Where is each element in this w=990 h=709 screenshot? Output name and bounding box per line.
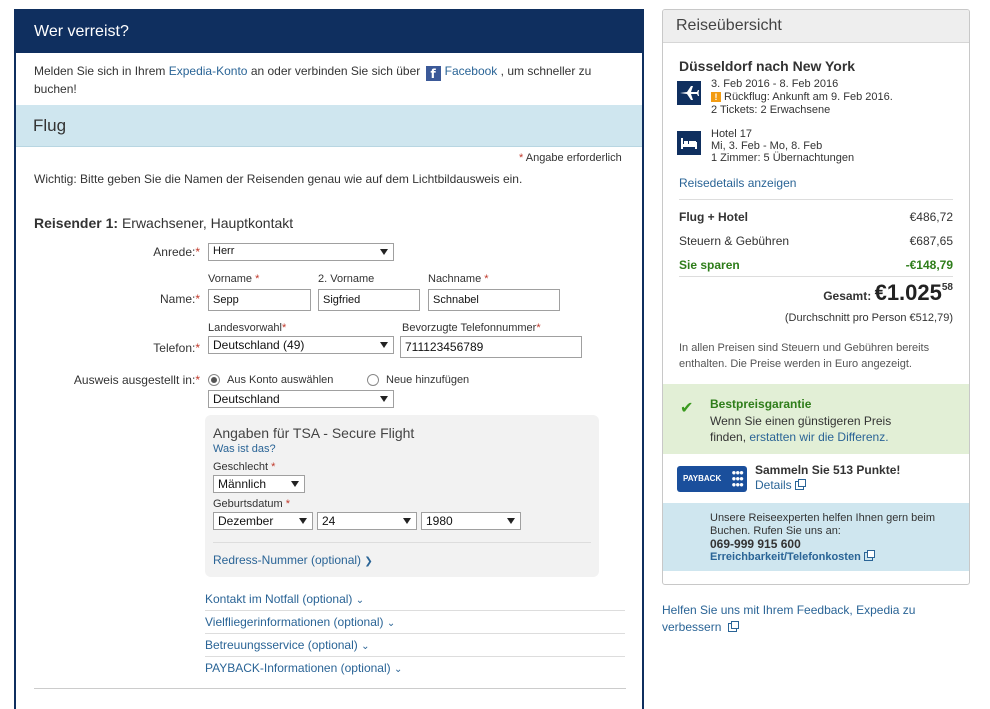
traveler-header: Wer verreist? bbox=[16, 11, 642, 53]
guarantee-text: Wenn Sie einen günstigeren Preis finden,… bbox=[710, 414, 892, 444]
phone-label: Telefon:* bbox=[153, 341, 200, 355]
birth-day-select[interactable]: 24 bbox=[317, 512, 417, 530]
id-country-select[interactable]: Deutschland bbox=[208, 390, 394, 408]
trip-details-link[interactable]: Reisedetails anzeigen bbox=[679, 176, 796, 190]
traveler-header-title: Wer verreist? bbox=[34, 23, 129, 40]
optional-link-assistance[interactable]: Betreuungsservice (optional) ⌄ bbox=[205, 634, 625, 657]
lastname-input[interactable]: Schnabel bbox=[428, 289, 560, 311]
country-code-label: Landesvorwahl* bbox=[208, 322, 287, 334]
taxes-label: Steuern & Gebühren bbox=[679, 234, 790, 248]
external-link-icon bbox=[863, 550, 875, 561]
price-note: In allen Preisen sind Steuern und Gebühr… bbox=[679, 342, 930, 370]
external-link-icon bbox=[794, 479, 806, 490]
preferred-phone-label: Bevorzugte Telefonnummer* bbox=[402, 322, 541, 334]
radio-from-account[interactable] bbox=[208, 374, 220, 386]
radio-add-new-label: Neue hinzufügen bbox=[386, 374, 470, 386]
taxes-value: €687,65 bbox=[909, 234, 953, 248]
radio-add-new[interactable] bbox=[367, 374, 379, 386]
radio-from-account-label: Aus Konto auswählen bbox=[227, 374, 334, 386]
facebook-icon[interactable]: f bbox=[425, 66, 441, 81]
required-note: * Angabe erforderlich bbox=[519, 152, 622, 164]
chevron-down-icon: ⌄ bbox=[355, 595, 365, 606]
expert-help-box: Unsere Reiseexperten helfen Ihnen gern b… bbox=[663, 503, 969, 571]
chevron-down-icon: ⌄ bbox=[394, 664, 403, 675]
optional-link-frequent-flyer[interactable]: Vielfliegerinformationen (optional) ⌄ bbox=[205, 611, 625, 634]
birth-year-select[interactable]: 1980 bbox=[421, 512, 521, 530]
total-price: Gesamt: €1.02558 bbox=[823, 280, 953, 305]
guarantee-title: Bestpreisgarantie bbox=[710, 397, 812, 411]
middlename-input[interactable]: Sigfried bbox=[318, 289, 420, 311]
salutation-label: Anrede:* bbox=[153, 245, 200, 259]
warning-icon: ! bbox=[711, 92, 721, 102]
hotel-info: Hotel 17 Mi, 3. Feb - Mo, 8. Feb 1 Zimme… bbox=[711, 128, 855, 164]
gender-label: Geschlecht * bbox=[213, 461, 276, 473]
external-link-icon bbox=[727, 621, 739, 632]
trip-summary-panel: Reiseübersicht Düsseldorf nach New York … bbox=[662, 9, 970, 585]
optional-link-emergency[interactable]: Kontakt im Notfall (optional) ⌄ bbox=[205, 588, 625, 611]
birth-month-select[interactable]: Dezember bbox=[213, 512, 313, 530]
country-code-select[interactable]: Deutschland (49) bbox=[208, 336, 394, 354]
hotel-bed-icon bbox=[677, 131, 701, 155]
redress-link[interactable]: Redress-Nummer (optional) ❯ bbox=[213, 553, 373, 567]
birthdate-label: Geburtsdatum * bbox=[213, 498, 291, 510]
guarantee-link[interactable]: erstatten wir die Differenz. bbox=[749, 430, 888, 444]
expedia-account-link[interactable]: Expedia-Konto bbox=[169, 64, 248, 78]
savings-label: Sie sparen bbox=[679, 258, 740, 272]
summary-header: Reiseübersicht bbox=[663, 10, 969, 43]
savings-value: -€148,79 bbox=[905, 258, 953, 272]
id-issued-label: Ausweis ausgestellt in:* bbox=[73, 373, 200, 387]
flight-hotel-value: €486,72 bbox=[909, 210, 953, 224]
chevron-down-icon: ⌄ bbox=[361, 641, 370, 652]
flight-icon bbox=[677, 81, 701, 105]
divider bbox=[679, 276, 953, 277]
per-person-price: (Durchschnitt pro Person €512,79) bbox=[784, 312, 953, 324]
chevron-down-icon: ⌄ bbox=[386, 618, 396, 629]
payback-dots-icon: ●●● ●●● ●●● bbox=[731, 468, 744, 489]
checkmark-icon: ✔ bbox=[680, 398, 694, 417]
lastname-label: Nachname * bbox=[428, 273, 489, 285]
availability-link[interactable]: Erreichbarkeit/Telefonkosten bbox=[710, 551, 861, 563]
tsa-title: Angaben für TSA - Secure Flight bbox=[213, 425, 415, 441]
expert-phone: 069-999 915 600 bbox=[710, 537, 801, 551]
facebook-link[interactable]: Facebook bbox=[445, 64, 498, 78]
firstname-input[interactable]: Sepp bbox=[208, 289, 311, 311]
phone-input[interactable]: 711123456789 bbox=[400, 336, 582, 358]
route-title: Düsseldorf nach New York bbox=[679, 58, 856, 74]
flight-section-header: Flug bbox=[16, 105, 642, 147]
traveler-title: Reisender 1: Erwachsener, Hauptkontakt bbox=[34, 215, 294, 231]
tsa-divider bbox=[213, 542, 591, 543]
login-prompt: Melden Sie sich in Ihrem Expedia-Konto a… bbox=[34, 64, 592, 96]
important-note: Wichtig: Bitte geben Sie die Namen der R… bbox=[34, 172, 523, 186]
expert-text: Unsere Reiseexperten helfen Ihnen gern b… bbox=[710, 512, 936, 563]
optional-link-payback[interactable]: PAYBACK-Informationen (optional) ⌄ bbox=[205, 657, 625, 680]
gender-select[interactable]: Männlich bbox=[213, 475, 305, 493]
name-label: Name:* bbox=[159, 292, 200, 306]
best-price-guarantee: ✔ Bestpreisgarantie Wenn Sie einen günst… bbox=[663, 384, 969, 454]
middlename-label: 2. Vorname bbox=[318, 273, 375, 285]
feedback-link[interactable]: Helfen Sie uns mit Ihrem Feedback, Exped… bbox=[662, 602, 915, 636]
section-divider bbox=[34, 688, 626, 689]
divider bbox=[679, 199, 953, 200]
firstname-label: Vorname * bbox=[208, 273, 260, 285]
payback-points: Sammeln Sie 513 Punkte! bbox=[755, 463, 901, 477]
chevron-down-icon: ❯ bbox=[364, 556, 373, 567]
payback-details-link[interactable]: Details bbox=[755, 478, 806, 492]
payback-logo: PAYBACK ●●● ●●● ●●● bbox=[677, 466, 747, 492]
salutation-select[interactable]: Herr bbox=[208, 243, 394, 261]
flight-hotel-label: Flug + Hotel bbox=[679, 210, 748, 224]
tsa-what-link[interactable]: Was ist das? bbox=[213, 443, 276, 455]
flight-info: 3. Feb 2016 - 8. Feb 2016 ! Rückflug: Ank… bbox=[711, 78, 893, 116]
